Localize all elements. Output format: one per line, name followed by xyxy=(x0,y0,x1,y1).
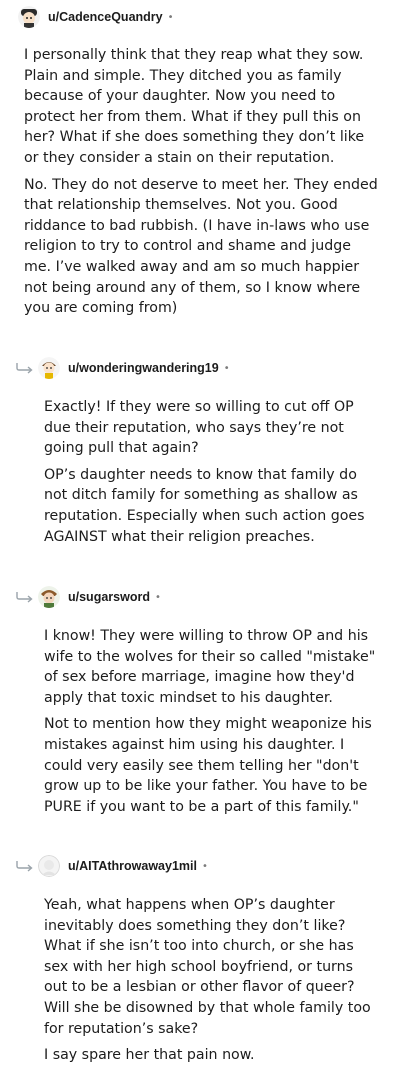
comment-paragraph: Not to mention how they might weaponize … xyxy=(44,716,372,815)
comment-paragraph: I know! They were willing to throw OP an… xyxy=(44,628,376,706)
comment-paragraph: I personally think that they reap what t… xyxy=(24,47,365,166)
comment-header: u/sugarsword • xyxy=(38,584,161,610)
comment-header: u/wonderingwandering19 • xyxy=(38,355,230,381)
comment-body: Yeah, what happens when OP’s daughter in… xyxy=(44,895,380,1072)
reply-arrow-icon xyxy=(16,861,33,872)
separator-dot: • xyxy=(201,860,208,872)
comment-paragraph: OP’s daughter needs to know that family … xyxy=(44,466,365,545)
comment-paragraph: No. They do not deserve to meet her. The… xyxy=(24,176,378,317)
username-link[interactable]: u/CadenceQuandry xyxy=(48,10,163,24)
username-link[interactable]: u/sugarsword xyxy=(68,590,150,604)
username-link[interactable]: u/AITAthrowaway1mil xyxy=(68,859,197,873)
separator-dot: • xyxy=(223,362,230,374)
snoo-avatar-icon[interactable] xyxy=(38,586,60,608)
comment-header: u/CadenceQuandry • xyxy=(18,4,174,30)
comment-header: u/AITAthrowaway1mil • xyxy=(38,853,208,879)
username-link[interactable]: u/wonderingwandering19 xyxy=(68,361,219,375)
comment-body: I know! They were willing to throw OP an… xyxy=(44,626,380,823)
reply-arrow-icon xyxy=(16,592,33,603)
snoo-avatar-icon[interactable] xyxy=(18,6,40,28)
comment-paragraph: Yeah, what happens when OP’s daughter in… xyxy=(44,897,371,1037)
comment-body: I personally think that they reap what t… xyxy=(24,45,380,325)
comment-body: Exactly! If they were so willing to cut … xyxy=(44,397,380,553)
reply-arrow-icon xyxy=(16,363,33,374)
comment-paragraph: I say spare her that pain now. xyxy=(44,1047,255,1064)
separator-dot: • xyxy=(154,591,161,603)
snoo-avatar-icon[interactable] xyxy=(38,357,60,379)
snoo-avatar-icon[interactable] xyxy=(38,855,60,877)
comment-paragraph: Exactly! If they were so willing to cut … xyxy=(44,399,354,457)
separator-dot: • xyxy=(167,11,174,23)
